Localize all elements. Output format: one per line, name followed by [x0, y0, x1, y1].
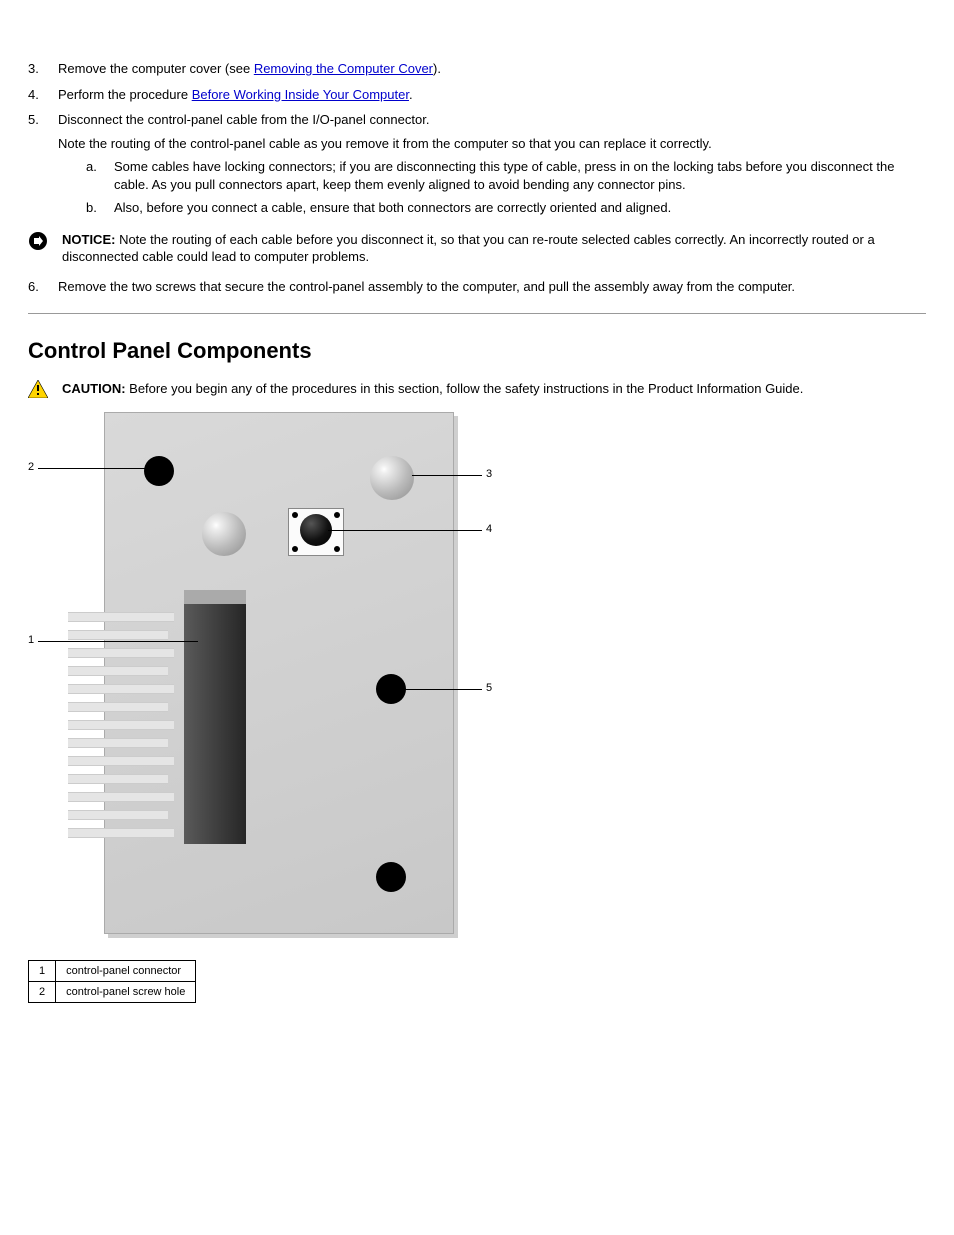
substep-b: b. Also, before you connect a cable, ens… [86, 199, 926, 217]
connector-top [184, 590, 246, 604]
table-row: 2 control-panel screw hole [29, 982, 196, 1003]
step-number: 4. [28, 86, 58, 104]
part-name: control-panel connector [56, 961, 196, 982]
substep-a: a. Some cables have locking connectors; … [86, 158, 926, 193]
procedure-list-top: 3. Remove the computer cover (see Removi… [28, 60, 926, 223]
step-4: 4. Perform the procedure Before Working … [28, 86, 926, 104]
connector-body [184, 604, 246, 844]
step-text-after: . [409, 87, 413, 102]
step-3: 3. Remove the computer cover (see Removi… [28, 60, 926, 78]
step-text: Remove the two screws that secure the co… [58, 278, 926, 296]
notice-body: Note the routing of each cable before yo… [62, 232, 875, 265]
substep-text: Some cables have locking connectors; if … [114, 158, 926, 193]
part-num: 1 [29, 961, 56, 982]
substep-intro: Note the routing of the control-panel ca… [58, 135, 926, 153]
procedure-list-bottom: 6. Remove the two screws that secure the… [28, 278, 926, 296]
callout-line-5 [404, 689, 482, 690]
step-body: Disconnect the control-panel cable from … [58, 111, 926, 223]
step-text: Disconnect the control-panel cable from … [58, 112, 429, 127]
substep-label: b. [86, 199, 114, 217]
step-text-after: ). [433, 61, 441, 76]
caution-text: CAUTION: Before you begin any of the pro… [62, 380, 926, 398]
callout-2: 2 [28, 461, 34, 473]
link-before-working[interactable]: Before Working Inside Your Computer [192, 87, 409, 102]
step-body: Remove the computer cover (see Removing … [58, 60, 926, 78]
callout-line-1 [38, 641, 198, 642]
step-number: 3. [28, 60, 58, 78]
callout-3: 3 [486, 468, 492, 480]
callout-line-4 [328, 530, 482, 531]
callout-line-2 [38, 468, 148, 469]
notice-arrow-icon [28, 231, 62, 251]
part-num: 2 [29, 982, 56, 1003]
caution-block: CAUTION: Before you begin any of the pro… [28, 380, 926, 398]
table-row: 1 control-panel connector [29, 961, 196, 982]
control-panel-figure: 1 2 3 4 5 [28, 412, 508, 952]
parts-table: 1 control-panel connector 2 control-pane… [28, 960, 196, 1003]
step-text-before: Perform the procedure [58, 87, 192, 102]
notice-text: NOTICE: Note the routing of each cable b… [62, 231, 926, 266]
connector-pins [68, 612, 168, 842]
substep-list: a. Some cables have locking connectors; … [86, 158, 926, 217]
notice-label: NOTICE: [62, 232, 115, 247]
callout-5: 5 [486, 682, 492, 694]
substep-label: a. [86, 158, 114, 193]
caution-label: CAUTION: [62, 381, 126, 396]
step-5: 5. Disconnect the control-panel cable fr… [28, 111, 926, 223]
step-text-before: Remove the computer cover (see [58, 61, 254, 76]
link-removing-cover[interactable]: Removing the Computer Cover [254, 61, 433, 76]
callout-1: 1 [28, 634, 34, 646]
substep-text: Also, before you connect a cable, ensure… [114, 199, 671, 217]
section-divider [28, 313, 926, 314]
step-number: 5. [28, 111, 58, 223]
caution-warning-icon [28, 380, 62, 398]
section-heading: Control Panel Components [28, 338, 926, 364]
step-6: 6. Remove the two screws that secure the… [28, 278, 926, 296]
callout-4: 4 [486, 523, 492, 535]
notice-block: NOTICE: Note the routing of each cable b… [28, 231, 926, 266]
caution-body: Before you begin any of the procedures i… [126, 381, 804, 396]
step-number: 6. [28, 278, 58, 296]
callout-line-3 [412, 475, 482, 476]
part-name: control-panel screw hole [56, 982, 196, 1003]
step-body: Perform the procedure Before Working Ins… [58, 86, 926, 104]
